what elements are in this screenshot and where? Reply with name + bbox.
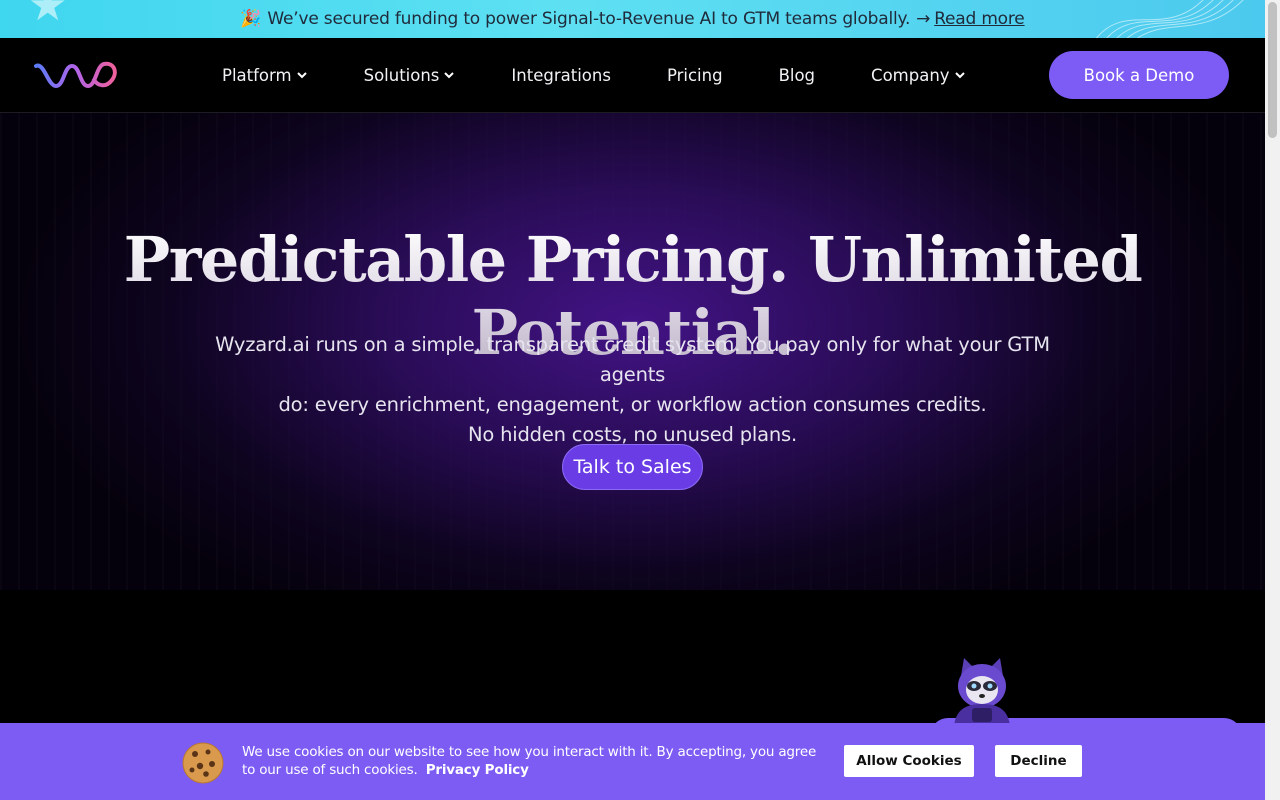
- scrollbar-thumb[interactable]: [1268, 2, 1277, 138]
- announcement-bar: ★ 🎉 We’ve secured funding to power Signa…: [0, 0, 1265, 38]
- nav-item-pricing[interactable]: Pricing: [667, 66, 723, 85]
- star-decoration-icon: ★: [28, 0, 68, 31]
- hero-section: Predictable Pricing. Unlimited Potential…: [0, 113, 1265, 590]
- hero-subtitle-line: Wyzard.ai runs on a simple, transparent …: [215, 333, 1050, 386]
- nav-item-label: Integrations: [511, 65, 611, 85]
- nav-menu: Platform Solutions Integrations Pricing …: [222, 38, 1022, 112]
- nav-item-label: Pricing: [666, 65, 723, 85]
- allow-cookies-button[interactable]: Allow Cookies: [844, 745, 974, 777]
- nav-item-solutions[interactable]: Solutions: [364, 66, 456, 85]
- talk-to-sales-button[interactable]: Talk to Sales: [562, 444, 703, 490]
- nav-item-label: Blog: [778, 65, 816, 85]
- page-scrollbar[interactable]: [1265, 0, 1280, 800]
- main-navigation: Platform Solutions Integrations Pricing …: [0, 38, 1265, 113]
- book-demo-button[interactable]: Book a Demo: [1049, 51, 1229, 99]
- chevron-down-icon: [444, 72, 455, 79]
- hero-subtitle-line: do: every enrichment, engagement, or wor…: [278, 393, 987, 416]
- nav-item-blog[interactable]: Blog: [779, 66, 815, 85]
- nav-item-platform[interactable]: Platform: [222, 66, 308, 85]
- read-more-link[interactable]: Read more: [934, 9, 1025, 29]
- nav-item-label: Company: [871, 65, 950, 85]
- wyzard-logo[interactable]: [34, 56, 120, 96]
- wave-decoration-icon: [1096, 0, 1244, 38]
- nav-item-label: Solutions: [363, 65, 440, 85]
- cookie-icon: [182, 742, 224, 784]
- decline-cookies-button[interactable]: Decline: [995, 745, 1082, 777]
- privacy-policy-link[interactable]: Privacy Policy: [426, 762, 529, 778]
- announcement-text: We’ve secured funding to power Signal-to…: [267, 9, 911, 29]
- cookie-message-text: We use cookies on our website to see how…: [242, 744, 817, 778]
- arrow-right-icon: →: [916, 9, 931, 29]
- nav-item-integrations[interactable]: Integrations: [511, 66, 611, 85]
- nav-item-label: Platform: [222, 65, 292, 85]
- hero-subtitle: Wyzard.ai runs on a simple, transparent …: [190, 330, 1075, 450]
- cookie-message: We use cookies on our website to see how…: [242, 743, 822, 779]
- raccoon-mascot-icon[interactable]: [942, 652, 1022, 726]
- nav-item-company[interactable]: Company: [871, 66, 966, 85]
- chevron-down-icon: [296, 72, 307, 79]
- cookie-banner: We use cookies on our website to see how…: [0, 723, 1265, 800]
- chevron-down-icon: [954, 72, 965, 79]
- party-popper-icon: 🎉: [240, 9, 262, 29]
